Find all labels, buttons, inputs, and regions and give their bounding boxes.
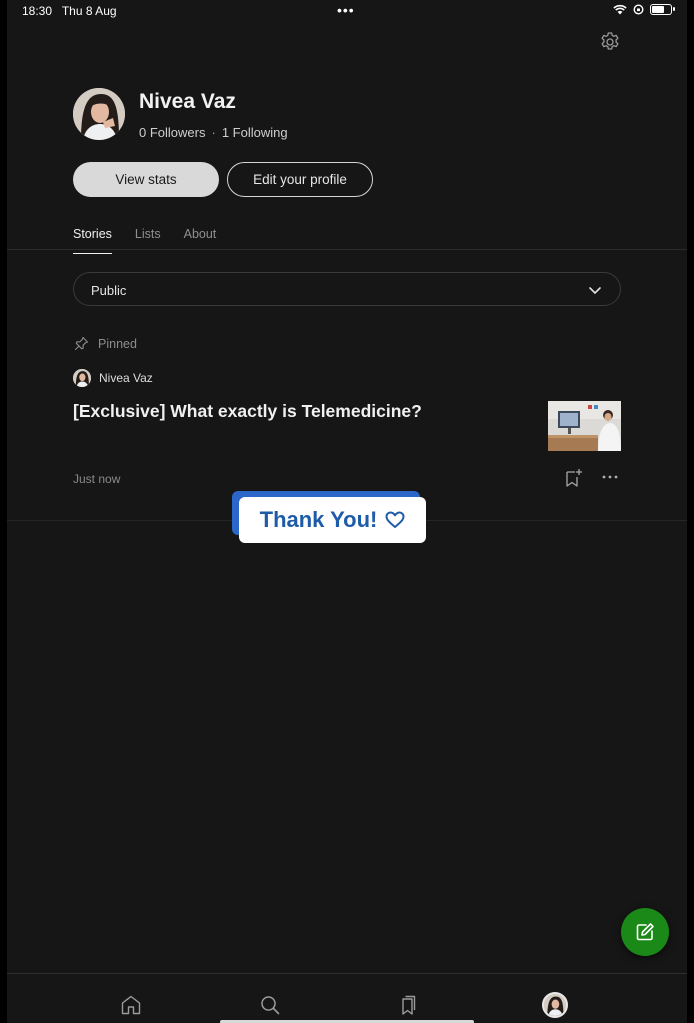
nav-profile-avatar[interactable] bbox=[542, 992, 568, 1018]
profile-avatar[interactable] bbox=[73, 88, 125, 140]
heart-icon bbox=[385, 511, 405, 528]
search-icon bbox=[261, 996, 280, 1015]
status-bar: 18:30 Thu 8 Aug ••• bbox=[0, 0, 694, 22]
nav-library[interactable] bbox=[396, 993, 420, 1017]
write-story-button[interactable] bbox=[621, 908, 669, 956]
edit-profile-button[interactable]: Edit your profile bbox=[227, 162, 373, 197]
story-timestamp: Just now bbox=[73, 472, 121, 486]
settings-button[interactable] bbox=[598, 30, 622, 54]
followers-link[interactable]: 0 Followers bbox=[139, 125, 205, 140]
screen-edge-left bbox=[0, 0, 7, 1023]
nav-home[interactable] bbox=[119, 993, 143, 1017]
orientation-lock-icon bbox=[633, 4, 644, 15]
multitasking-dots[interactable]: ••• bbox=[337, 2, 355, 18]
status-clock: 18:30 bbox=[22, 4, 53, 18]
pin-icon bbox=[74, 336, 89, 351]
author-avatar bbox=[73, 369, 91, 387]
status-time: 18:30 Thu 8 Aug bbox=[22, 4, 117, 18]
tabs-divider bbox=[7, 249, 687, 250]
story-more-button[interactable] bbox=[601, 470, 619, 484]
profile-name: Nivea Vaz bbox=[139, 90, 236, 113]
profile-photo bbox=[73, 88, 125, 140]
story-title[interactable]: [Exclusive] What exactly is Telemedicine… bbox=[73, 401, 523, 422]
thank-you-sticker: Thank You! bbox=[232, 491, 428, 545]
profile-meta: 0 Followers · 1 Following bbox=[139, 125, 288, 140]
library-icon bbox=[402, 995, 416, 1015]
view-stats-button[interactable]: View stats bbox=[73, 162, 219, 197]
story-thumbnail[interactable] bbox=[548, 401, 621, 451]
pinned-indicator: Pinned bbox=[74, 336, 137, 351]
bookmark-add-icon bbox=[566, 469, 582, 487]
thumbnail-image bbox=[548, 401, 621, 451]
meta-separator: · bbox=[211, 125, 216, 140]
sticker-text: Thank You! bbox=[259, 507, 378, 532]
save-story-button[interactable] bbox=[565, 468, 583, 488]
more-horizontal-icon bbox=[602, 475, 618, 479]
story-author[interactable]: Nivea Vaz bbox=[73, 369, 153, 387]
wifi-icon bbox=[613, 4, 627, 15]
author-name: Nivea Vaz bbox=[99, 371, 153, 385]
status-icons bbox=[613, 4, 675, 15]
battery-fill bbox=[652, 6, 664, 13]
write-icon bbox=[636, 923, 654, 941]
nav-profile-photo bbox=[544, 994, 566, 1016]
screen-edge-right bbox=[687, 0, 694, 1023]
pinned-label: Pinned bbox=[98, 336, 137, 351]
nav-search[interactable] bbox=[258, 993, 282, 1017]
app-screen: 18:30 Thu 8 Aug ••• Nivea Vaz 0 Follower… bbox=[0, 0, 694, 1023]
visibility-select[interactable]: Public bbox=[73, 272, 621, 306]
visibility-select-value: Public bbox=[91, 283, 127, 298]
status-date: Thu 8 Aug bbox=[61, 4, 117, 18]
bottom-nav-divider bbox=[7, 973, 687, 974]
sticker-card: Thank You! bbox=[239, 497, 426, 543]
chevron-down-icon bbox=[589, 287, 601, 294]
home-icon bbox=[121, 995, 141, 1015]
gear-icon bbox=[601, 32, 619, 50]
battery-icon bbox=[650, 4, 675, 15]
following-link[interactable]: 1 Following bbox=[222, 125, 288, 140]
